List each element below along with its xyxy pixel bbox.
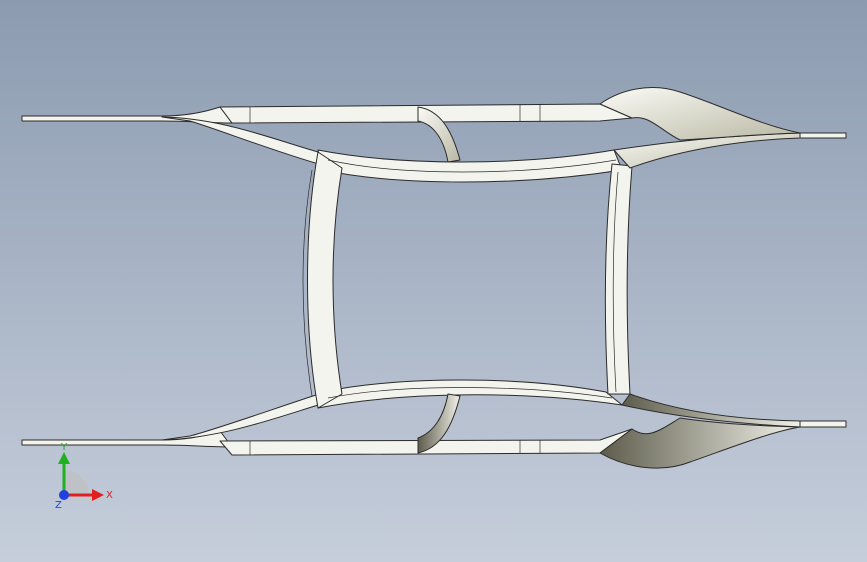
upper-left-arm	[161, 116, 323, 166]
y-axis-arrow	[58, 452, 70, 464]
frame-body	[21, 87, 847, 469]
graphics-viewport[interactable]: Y X Z	[0, 0, 867, 562]
coordinate-triad: Y X Z	[55, 442, 113, 510]
right-tip-top	[799, 132, 847, 139]
right-tip-bottom	[799, 420, 847, 428]
z-axis-label: Z	[55, 500, 62, 510]
chassis-frame-model[interactable]	[0, 0, 867, 562]
lower-cross-member	[317, 379, 623, 409]
x-axis-label: X	[106, 490, 113, 501]
right-vertical-member	[604, 163, 633, 395]
x-axis-arrow	[92, 489, 104, 501]
left-vertical-member	[307, 151, 343, 409]
upper-right-wing	[599, 87, 801, 141]
y-axis-label: Y	[60, 442, 68, 453]
lower-left-arm	[161, 392, 323, 441]
triad-arc	[64, 470, 89, 495]
lower-right-wing	[599, 417, 801, 469]
z-axis-dot	[59, 490, 69, 500]
